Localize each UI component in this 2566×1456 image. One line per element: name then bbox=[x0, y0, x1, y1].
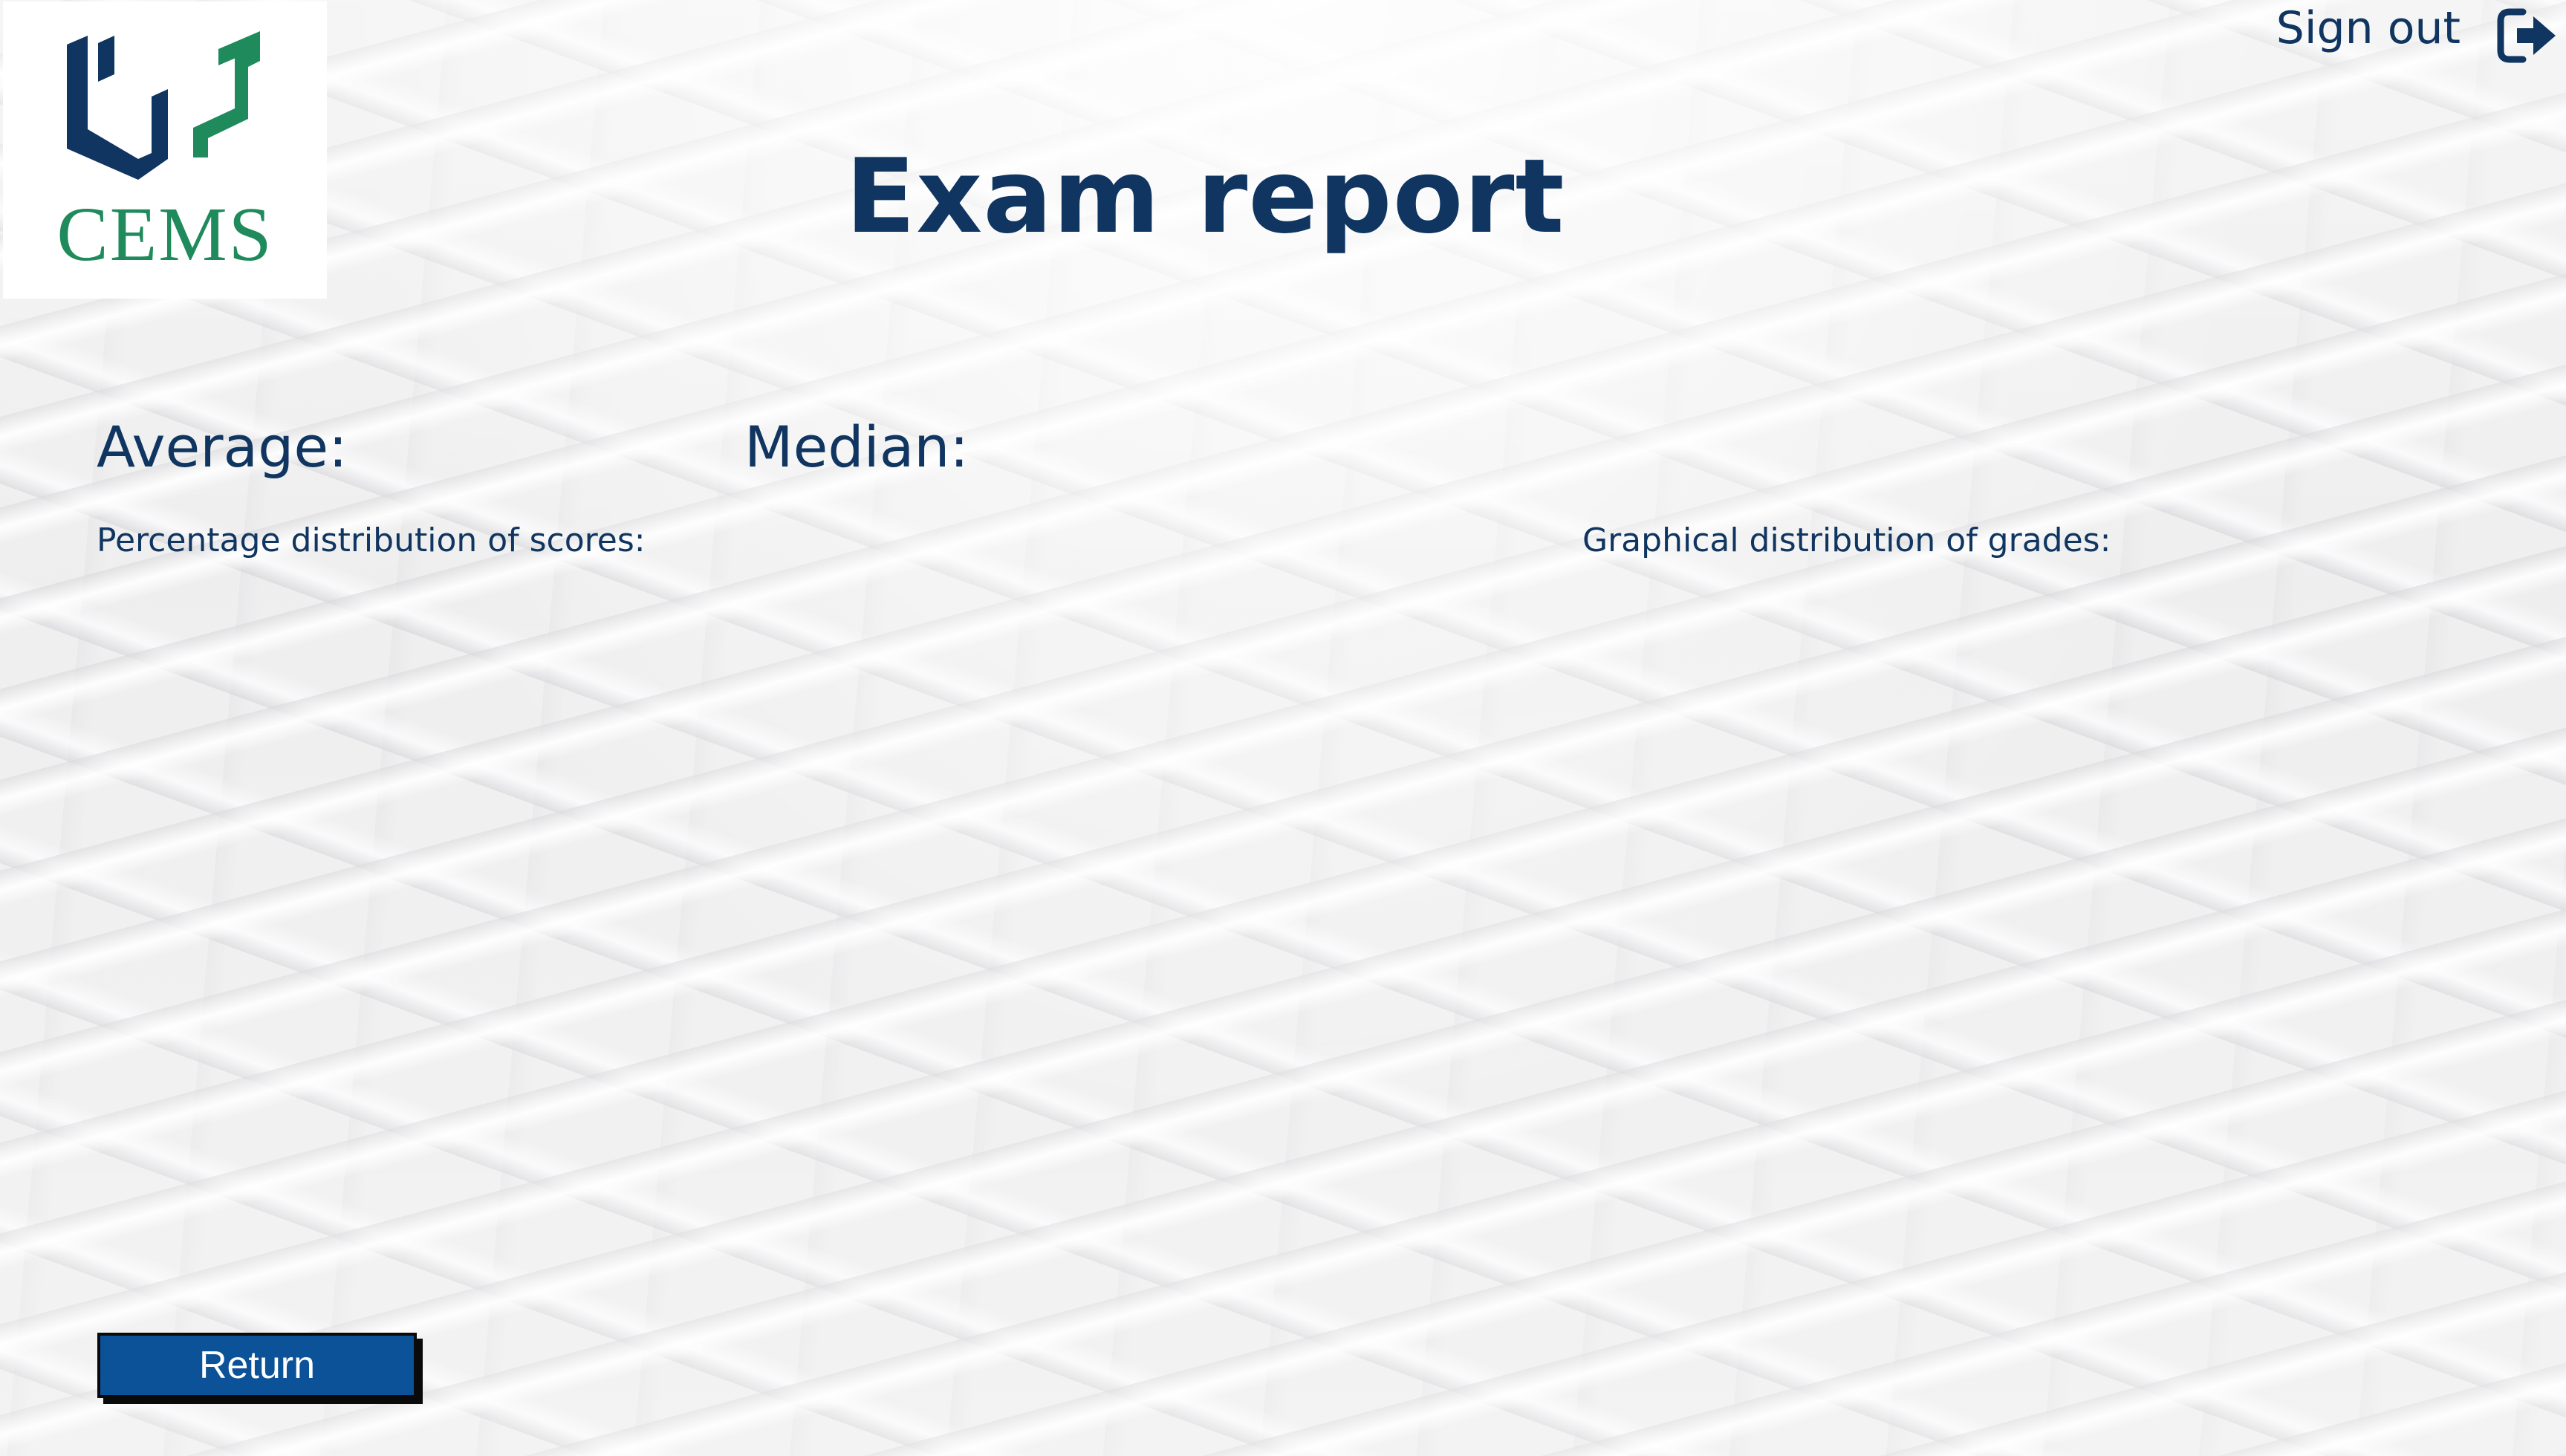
sign-out-label: Sign out bbox=[2276, 2, 2461, 54]
return-button[interactable]: Return bbox=[97, 1333, 417, 1398]
sign-out-button[interactable]: Sign out bbox=[2269, 0, 2566, 67]
cems-logo-icon bbox=[67, 31, 260, 180]
average-label: Average: bbox=[97, 414, 348, 480]
scores-distribution-label: Percentage distribution of scores: bbox=[97, 521, 646, 559]
logo-text: CEMS bbox=[56, 192, 273, 277]
sign-out-icon bbox=[2497, 8, 2556, 63]
page-title: Exam report bbox=[845, 137, 1565, 256]
grades-distribution-label: Graphical distribution of grades: bbox=[1582, 521, 2111, 559]
cems-logo: CEMS bbox=[3, 1, 327, 299]
median-label: Median: bbox=[744, 414, 969, 480]
